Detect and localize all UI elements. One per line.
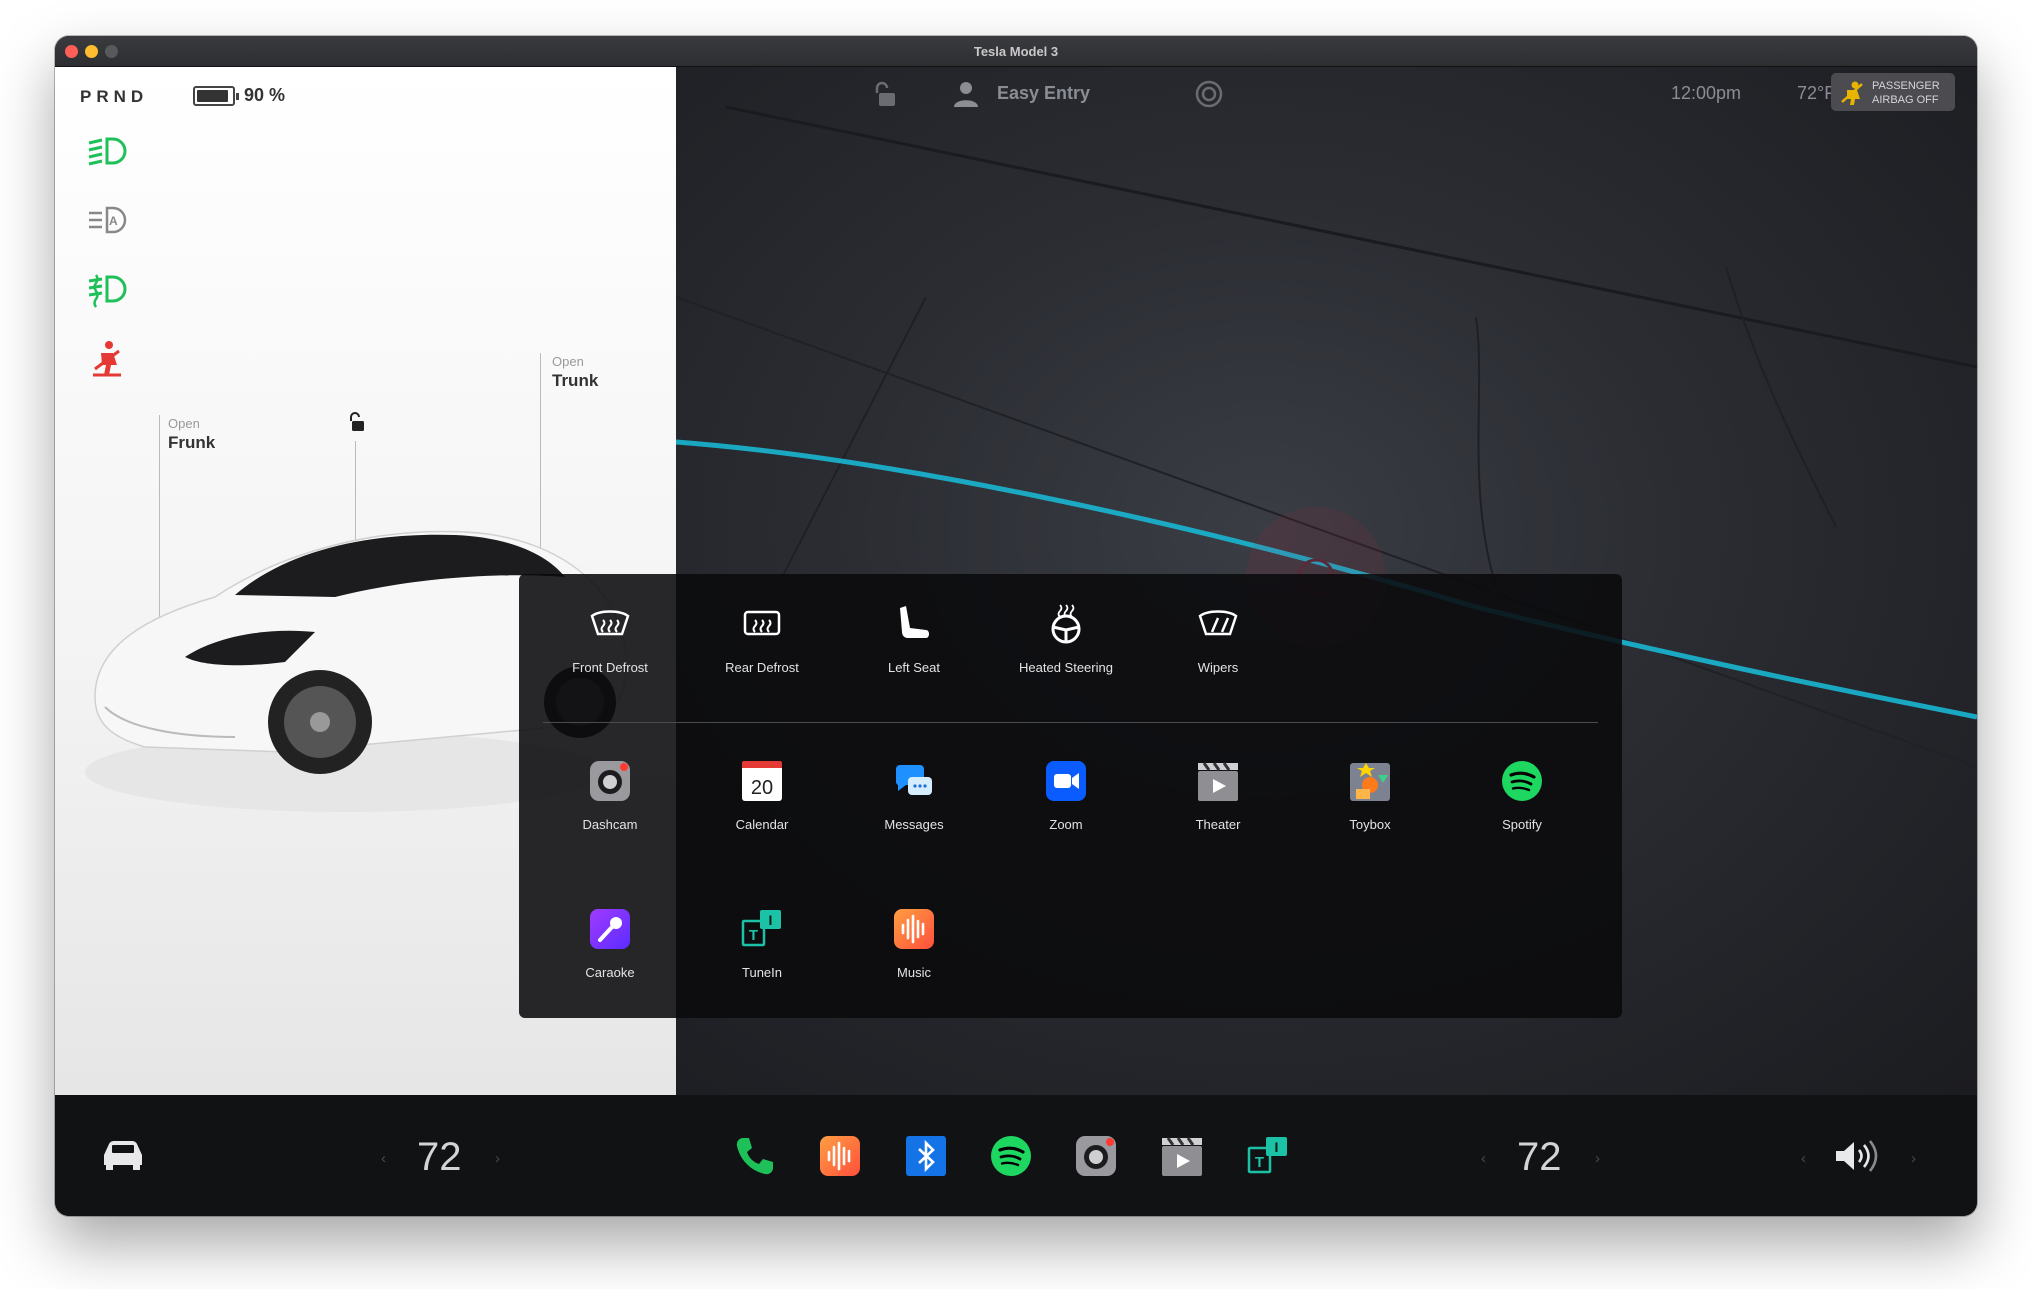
app-caraoke[interactable]: Caraoke [535,879,685,989]
airbag-icon [1841,81,1863,105]
control-label: Wipers [1197,660,1239,675]
app-zoom[interactable]: Zoom [991,731,1141,841]
svg-text:A: A [109,214,118,228]
airbag-line-2: AIRBAG OFF [1872,94,1939,106]
passenger-temp-down-button[interactable]: ‹ [1481,1150,1486,1167]
passenger-temp-up-button[interactable]: › [1595,1150,1600,1167]
seatbelt-warning-icon [93,341,121,377]
auto-headlights-icon[interactable]: A [85,200,129,240]
music-icon[interactable] [819,1135,861,1177]
control-label: Left Seat [887,660,941,675]
bluetooth-icon[interactable] [905,1135,947,1177]
app-window: Tesla Model 3 PRND 90 % A Open Trunk Ope… [55,36,1977,1216]
headlights-on-icon[interactable] [85,131,129,171]
car-controls-icon[interactable] [100,1137,146,1171]
app-theater[interactable]: Theater [1143,731,1293,841]
app-label: Music [897,965,931,980]
wipers-button[interactable]: Wipers [1143,574,1293,684]
music-icon [894,909,934,949]
app-label: Caraoke [585,965,635,980]
driver-profile-name[interactable]: Easy Entry [997,83,1090,104]
app-spotify[interactable]: Spotify [1447,731,1597,841]
front-defrost-icon [590,610,630,636]
passenger-temperature[interactable]: 72 [1517,1135,1562,1180]
lock-status-icon[interactable] [869,79,899,109]
theater-icon [1198,762,1238,801]
svg-text:T: T [1255,1154,1264,1171]
app-launcher: Front Defrost Rear Defrost Left Seat Hea… [519,574,1622,1018]
svg-text:I: I [769,912,773,928]
app-label: Messages [884,817,944,832]
passenger-airbag-indicator: PASSENGER AIRBAG OFF [1831,73,1955,111]
window-title: Tesla Model 3 [973,44,1059,59]
dashcam-icon [590,761,630,801]
messages-icon [895,765,932,795]
tunein-icon: I T [741,910,781,947]
titlebar: Tesla Model 3 [55,36,1977,67]
svg-text:T: T [749,927,758,944]
caraoke-icon [590,909,630,949]
app-toybox[interactable]: Toybox [1295,731,1445,841]
control-label: Heated Steering [1019,660,1113,675]
heated-steering-button[interactable]: Heated Steering [991,574,1141,684]
driver-temp-down-button[interactable]: ‹ [381,1150,386,1167]
rear-defrost-button[interactable]: Rear Defrost [687,574,837,684]
trunk-button[interactable]: Trunk [552,371,598,391]
app-label: Spotify [1502,817,1542,832]
tunein-icon[interactable]: I T [1247,1135,1289,1177]
outside-temperature: 72°F [1797,83,1836,103]
zoom-icon [1046,761,1086,801]
volume-up-button[interactable]: › [1911,1150,1916,1167]
trunk-open-label: Open [552,354,584,369]
clock: 12:00pm [1671,83,1742,103]
gear-selector: PRND [80,87,149,106]
app-calendar[interactable]: 20 Calendar [687,731,837,841]
app-label: Zoom [1049,817,1083,832]
dashcam-icon[interactable] [1075,1135,1117,1177]
volume-icon[interactable] [1833,1139,1883,1173]
spotify-icon [1502,761,1542,801]
left-seat-button[interactable]: Left Seat [839,574,989,684]
fog-lights-icon[interactable] [85,269,129,309]
driver-temperature[interactable]: 72 [417,1135,462,1180]
rear-defrost-icon [743,610,781,636]
app-label: Dashcam [582,817,638,832]
volume-down-button[interactable]: ‹ [1801,1150,1806,1167]
launcher-divider [543,722,1598,723]
app-label: Calendar [735,817,789,832]
toybox-icon [1350,763,1390,801]
app-messages[interactable]: Messages [839,731,989,841]
heated-steering-icon [1051,604,1081,644]
theater-icon[interactable] [1161,1135,1203,1177]
app-label: TuneIn [742,965,782,980]
calendar-icon: 20 [742,761,782,801]
sentry-mode-icon[interactable] [1194,79,1224,109]
phone-icon[interactable] [733,1135,775,1177]
front-defrost-button[interactable]: Front Defrost [535,574,685,684]
app-label: Theater [1195,817,1241,832]
airbag-line-1: PASSENGER [1872,80,1940,92]
app-dashcam[interactable]: Dashcam [535,731,685,841]
app-music[interactable]: Music [839,879,989,989]
battery-icon [193,86,239,106]
bottom-dock: ‹ 72 › I T ‹ 72 › ‹ › [55,1095,1977,1216]
calendar-day: 20 [751,777,773,799]
control-label: Front Defrost [572,660,648,675]
frunk-open-label: Open [168,416,200,431]
unlock-icon[interactable] [346,411,366,433]
app-label: Toybox [1349,817,1391,832]
wipers-icon [1198,610,1238,636]
control-label: Rear Defrost [725,660,799,675]
frunk-button[interactable]: Frunk [168,433,215,453]
seat-icon [900,606,929,638]
driver-temp-up-button[interactable]: › [495,1150,500,1167]
spotify-icon[interactable] [990,1135,1032,1177]
battery-percent: 90 % [244,85,286,105]
profile-icon[interactable] [951,79,981,109]
app-tunein[interactable]: I T TuneIn [687,879,837,989]
svg-text:I: I [1275,1139,1279,1155]
